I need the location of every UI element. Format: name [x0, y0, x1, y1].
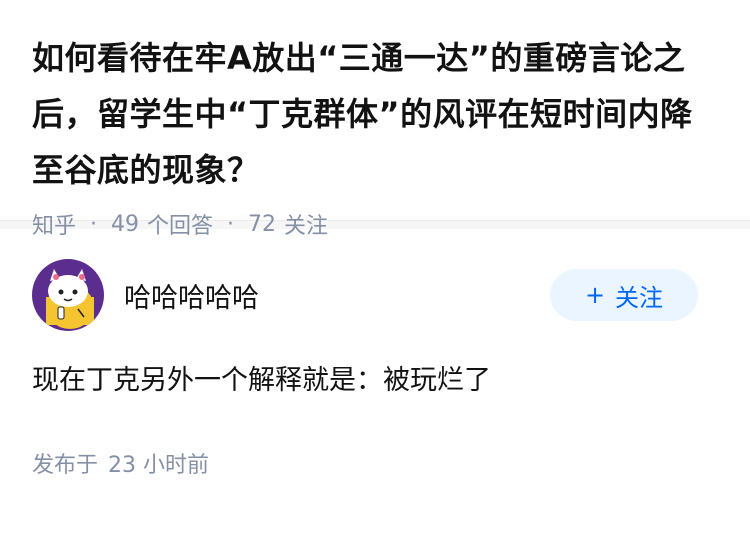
- cartoon-cat-avatar-icon: [32, 259, 104, 331]
- publish-time: 发布于 23 小时前: [32, 447, 718, 479]
- question-title[interactable]: 如何看待在牢A放出“三通一达”的重磅言论之后，留学生中“丁克群体”的风评在短时间…: [32, 30, 718, 198]
- publish-label: 发布于: [32, 453, 99, 478]
- follow-button-label: 关注: [615, 283, 664, 312]
- publish-value: 23 小时前: [108, 453, 210, 478]
- avatar[interactable]: [32, 259, 104, 331]
- follow-button[interactable]: + 关注: [550, 269, 698, 321]
- plus-icon: +: [584, 281, 606, 309]
- question-header: 如何看待在牢A放出“三通一达”的重磅言论之后，留学生中“丁克群体”的风评在短时间…: [0, 0, 750, 239]
- answer-content[interactable]: 现在丁克另外一个解释就是：被玩烂了: [32, 361, 718, 401]
- author-name[interactable]: 哈哈哈哈哈: [124, 276, 259, 315]
- answer-card: 哈哈哈哈哈 + 关注 现在丁克另外一个解释就是：被玩烂了 发布于 23 小时前: [0, 229, 750, 479]
